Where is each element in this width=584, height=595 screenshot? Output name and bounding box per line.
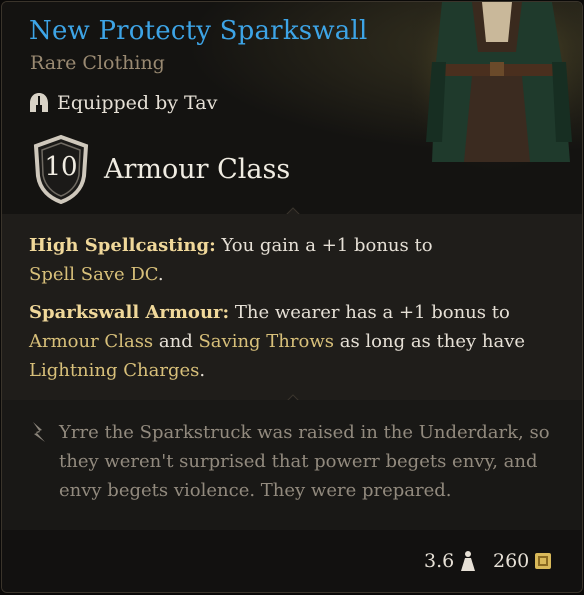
- property-text: You gain a +1 bonus to: [215, 235, 433, 256]
- helmet-icon: [30, 93, 48, 112]
- tooltip-header: New Protecty Sparkswall Rare Clothing Eq…: [2, 2, 582, 214]
- keyword-link-lightning-charges[interactable]: Lightning Charges: [29, 360, 199, 381]
- item-tooltip: New Protecty Sparkswall Rare Clothing Eq…: [1, 1, 583, 593]
- property-text: and: [153, 331, 199, 352]
- equipped-row: Equipped by Tav: [29, 92, 217, 114]
- keyword-link-armour-class[interactable]: Armour Class: [29, 331, 153, 352]
- property-text: .: [157, 264, 164, 285]
- keyword-link-saving-throws[interactable]: Saving Throws: [198, 331, 334, 352]
- item-portrait-icon: [412, 2, 582, 177]
- quill-icon: [33, 422, 45, 442]
- equipped-by-label: Equipped by Tav: [57, 92, 218, 114]
- armour-class-row: 10 Armour Class: [32, 134, 290, 204]
- property-name: Sparkswall Armour:: [29, 302, 230, 323]
- item-rarity: Rare Clothing: [30, 52, 165, 74]
- gold-coin-icon: [535, 553, 551, 569]
- armour-class-value: 10: [44, 152, 78, 182]
- armour-class-label: Armour Class: [104, 153, 291, 185]
- shield-icon: 10: [32, 134, 90, 204]
- property-text: as long as they have: [333, 331, 526, 352]
- weight-value: 3.6: [424, 550, 455, 572]
- property-text: The wearer has a +1 bonus to: [229, 302, 510, 323]
- property-name: High Spellcasting:: [29, 235, 216, 256]
- weight-icon: [461, 551, 475, 571]
- gold-value: 260: [493, 550, 530, 572]
- property-text: .: [199, 360, 206, 381]
- properties-section: High Spellcasting: You gain a +1 bonus t…: [2, 214, 582, 400]
- property-sparkswall-armour: Sparkswall Armour: The wearer has a +1 b…: [29, 298, 539, 385]
- keyword-link-spell-save-dc[interactable]: Spell Save DC: [29, 264, 158, 285]
- item-name: New Protecty Sparkswall: [29, 16, 368, 46]
- property-high-spellcasting: High Spellcasting: You gain a +1 bonus t…: [29, 231, 539, 289]
- lore-text: Yrre the Sparkstruck was raised in the U…: [59, 422, 550, 501]
